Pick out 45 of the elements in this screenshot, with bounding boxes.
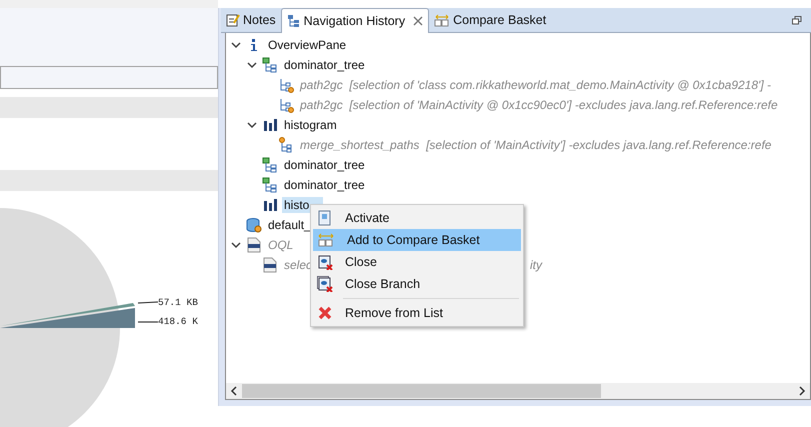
tree-item[interactable]: path2gc [selection of 'class com.rikkatheworld.mat_demo.MainActivity @ 0x1cba9218'] -: [298, 77, 773, 93]
tree-icon: [286, 14, 301, 28]
tree-icon: [262, 177, 278, 193]
chart-label: 57.1 KB: [158, 297, 198, 308]
close-document-icon: [317, 276, 333, 292]
chart-label: 418.6 K: [158, 316, 198, 327]
remove-icon: [317, 305, 333, 321]
document-icon: [246, 237, 262, 253]
tree-item[interactable]: merge_shortest_paths [selection of 'MainActivity'] -excludes java.lang.ref.Reference:refe: [298, 137, 774, 153]
close-document-icon: [317, 254, 333, 270]
path-tree-icon: [278, 97, 294, 113]
close-icon[interactable]: [413, 16, 424, 26]
tree-icon: [262, 157, 278, 173]
database-icon: [246, 217, 262, 233]
tree-item[interactable]: OverviewPane: [266, 37, 348, 53]
leader-line: [138, 320, 158, 324]
tab[interactable]: Compare Basket: [429, 8, 552, 32]
tree-item[interactable]: dominator_tree: [282, 177, 367, 193]
menu-item[interactable]: Remove from List: [313, 302, 521, 324]
tree-icon: [262, 57, 278, 73]
tree-item[interactable]: dominator_tree: [282, 57, 367, 73]
notepad-icon: [226, 13, 240, 27]
leader-line: [138, 301, 158, 305]
tree-item-text: ity: [530, 258, 542, 272]
tree-item[interactable]: histogram: [282, 117, 339, 133]
scrollbar-thumb[interactable]: [242, 384, 601, 398]
tab[interactable]: Notes: [221, 8, 281, 32]
basket-icon: [317, 232, 335, 248]
path-tree-icon: [278, 77, 294, 93]
menu-item[interactable]: Add to Compare Basket: [313, 229, 521, 251]
bar-chart-icon: [262, 117, 278, 133]
tree-item[interactable]: selec: [282, 257, 314, 273]
path-tree-icon: [278, 137, 294, 153]
tab[interactable]: Navigation History: [280, 8, 430, 32]
document-icon: [317, 210, 333, 226]
tree-item[interactable]: path2gc [selection of 'MainActivity @ 0x1cc90ec0'] -excludes java.lang.ref.Reference:refe: [298, 97, 780, 113]
menu-item[interactable]: Close Branch: [313, 273, 521, 295]
tree-item[interactable]: default_: [266, 217, 313, 233]
tree-item[interactable]: OQL: [266, 237, 296, 253]
tree-item[interactable]: dominator_tree: [282, 157, 367, 173]
restore-icon[interactable]: [792, 16, 802, 24]
menu-item[interactable]: Close: [313, 251, 521, 273]
basket-icon: [434, 13, 450, 27]
bar-chart-icon: [262, 197, 278, 213]
document-icon: [262, 257, 278, 273]
